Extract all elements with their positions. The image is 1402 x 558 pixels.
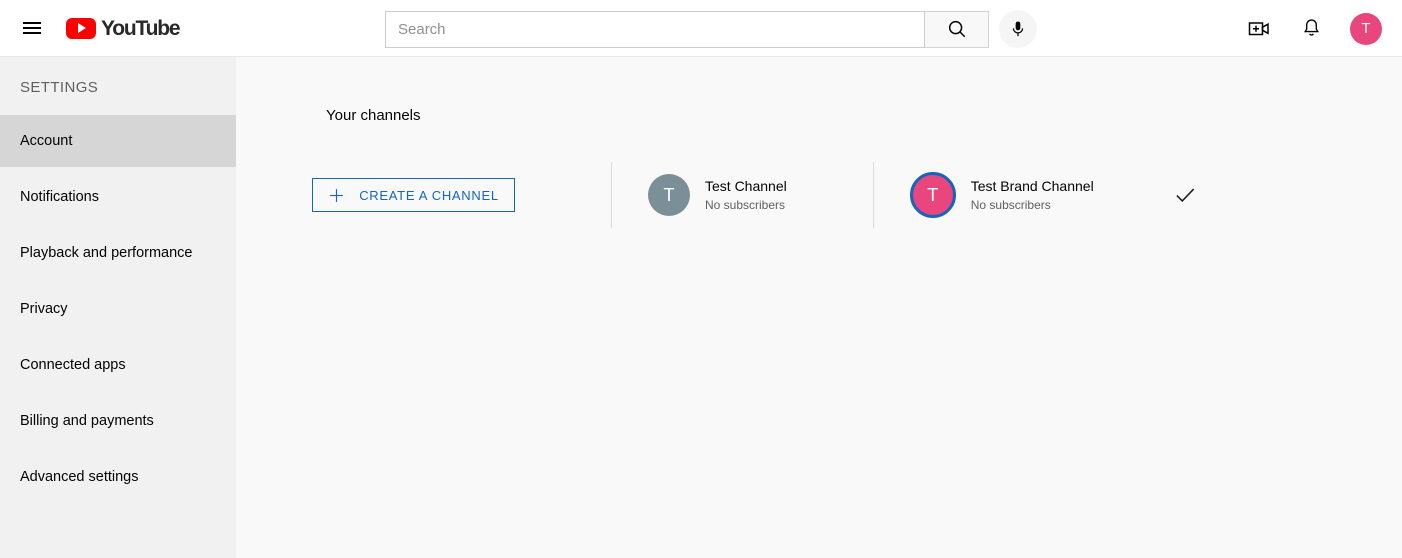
channel-avatar-initial: T	[663, 184, 675, 205]
channel-info: Test Channel No subscribers	[705, 176, 787, 214]
sidebar-item-label: Playback and performance	[20, 245, 193, 261]
bell-icon	[1303, 19, 1319, 36]
create-video-icon	[1248, 21, 1269, 35]
sidebar-item-advanced-settings[interactable]: Advanced settings	[0, 451, 236, 503]
voice-search-button[interactable]	[999, 10, 1037, 48]
sidebar-item-label: Privacy	[20, 301, 68, 317]
guide-menu-button[interactable]	[12, 8, 52, 48]
channel-divider	[611, 162, 612, 228]
search-input[interactable]	[398, 20, 918, 38]
sidebar-item-label: Advanced settings	[20, 469, 139, 485]
masthead-right-controls: T	[1246, 0, 1382, 57]
microphone-icon	[1012, 21, 1024, 37]
create-video-button[interactable]	[1246, 16, 1272, 42]
youtube-play-icon	[66, 17, 96, 39]
channel-avatar: T	[648, 174, 690, 216]
masthead: YouTube Search T	[0, 0, 1402, 57]
sidebar-title: SETTINGS	[20, 79, 99, 96]
youtube-logo-text: YouTube	[101, 16, 181, 40]
settings-content: Your channels CREATE A CHANNEL T Test Ch…	[236, 57, 1402, 558]
search-button[interactable]	[925, 10, 989, 48]
channel-card-test-channel[interactable]: T Test Channel No subscribers	[648, 174, 787, 216]
your-channels-title: Your channels	[326, 107, 421, 124]
create-a-channel-button[interactable]: CREATE A CHANNEL	[312, 178, 515, 212]
sidebar-item-playback-and-performance[interactable]: Playback and performance	[0, 227, 236, 279]
account-avatar[interactable]: T	[1350, 12, 1382, 45]
channel-info: Test Brand Channel No subscribers	[971, 176, 1094, 214]
channel-name: Test Brand Channel	[970, 177, 1094, 194]
channel-subscriber-count: No subscribers	[970, 198, 1051, 213]
search-icon	[948, 20, 965, 38]
account-avatar-initial: T	[1361, 20, 1371, 37]
sidebar-item-notifications[interactable]: Notifications	[0, 171, 236, 223]
channel-name: Test Channel	[705, 177, 787, 194]
sidebar-item-label: Billing and payments	[20, 413, 154, 429]
channel-subscriber-count: No subscribers	[705, 198, 786, 213]
sidebar-menu: Account Notifications Playback and perfo…	[0, 115, 236, 503]
notifications-button[interactable]	[1298, 16, 1324, 42]
search-box[interactable]	[385, 10, 925, 48]
hamburger-icon	[23, 19, 41, 37]
sidebar-item-label: Connected apps	[20, 357, 126, 373]
channel-avatar-selected: T	[909, 172, 956, 218]
sidebar-item-label: Notifications	[20, 189, 99, 205]
channel-avatar-initial: T	[927, 184, 939, 205]
sidebar-item-privacy[interactable]: Privacy	[0, 283, 236, 335]
selected-channel-check	[1172, 182, 1198, 208]
sidebar-item-account[interactable]: Account	[0, 115, 236, 167]
channel-card-test-brand-channel[interactable]: T Test Brand Channel No subscribers	[909, 172, 1198, 218]
checkmark-icon	[1176, 188, 1194, 203]
search-area	[385, 10, 1037, 48]
create-a-channel-label: CREATE A CHANNEL	[359, 187, 499, 203]
sidebar-item-connected-apps[interactable]: Connected apps	[0, 339, 236, 391]
channel-divider	[872, 162, 874, 228]
plus-icon	[330, 188, 344, 202]
youtube-logo[interactable]: YouTube	[66, 16, 181, 40]
your-channels-row: CREATE A CHANNEL T Test Channel No subsc…	[236, 162, 1402, 228]
settings-sidebar: SETTINGS Account Notifications Playback …	[0, 57, 236, 558]
sidebar-item-billing-and-payments[interactable]: Billing and payments	[0, 395, 236, 447]
sidebar-item-label: Account	[20, 133, 73, 149]
